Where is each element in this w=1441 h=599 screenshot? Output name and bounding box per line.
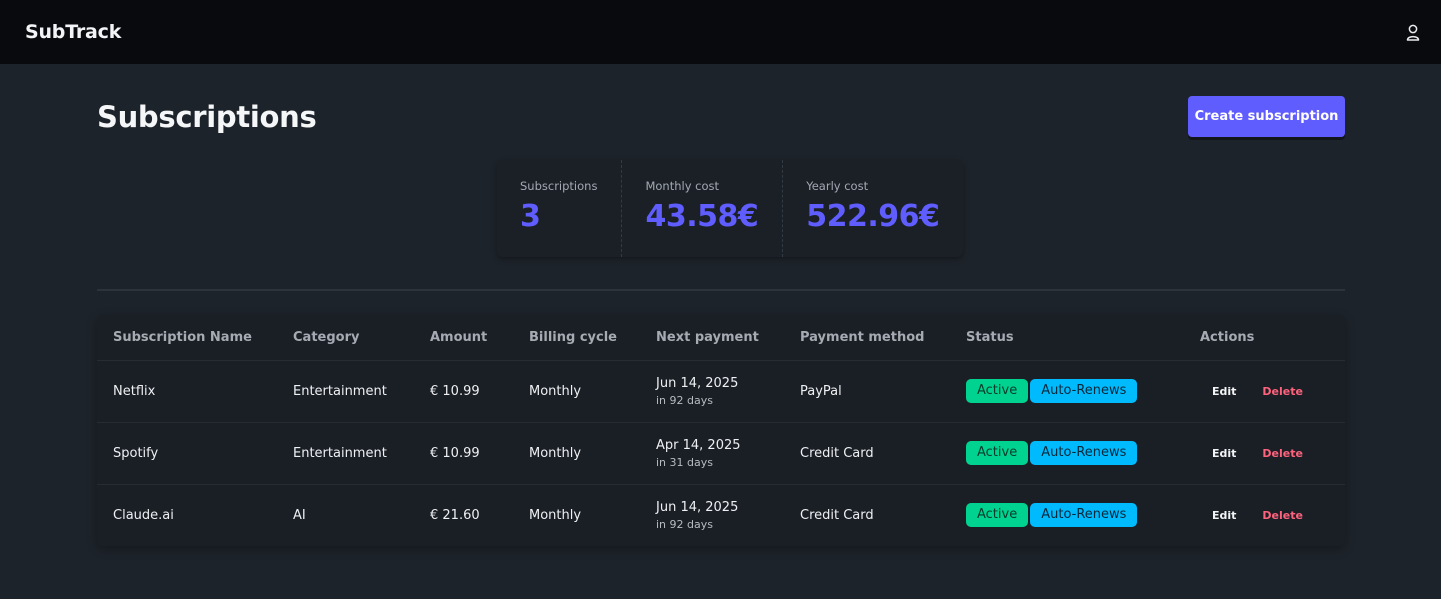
edit-button[interactable]: Edit: [1200, 381, 1248, 402]
cell-category: AI: [293, 507, 306, 523]
status-badge-auto-renews: Auto-Renews: [1030, 503, 1138, 528]
stat-title: Monthly cost: [645, 179, 720, 193]
table-row: Spotify Entertainment € 10.99 Monthly Ap…: [97, 422, 1345, 485]
navbar: SubTrack: [0, 0, 1441, 64]
stat-subscriptions: Subscriptions 3: [497, 160, 621, 257]
status-badge-active: Active: [966, 379, 1029, 403]
stat-title: Yearly cost: [806, 179, 869, 193]
column-header-category: Category: [277, 315, 414, 361]
stat-yearly-cost: Yearly cost 522.96€: [782, 160, 963, 257]
column-header-payment-method: Payment method: [784, 315, 950, 361]
next-payment-countdown: in 92 days: [656, 393, 713, 407]
create-subscription-button[interactable]: Create subscription: [1188, 96, 1345, 137]
next-payment-date: Apr 14, 2025: [656, 437, 741, 453]
cell-status: Active Auto-Renews: [950, 360, 1184, 423]
cell-category: Entertainment: [277, 422, 414, 485]
user-icon: [1406, 24, 1420, 41]
column-header-actions: Actions: [1184, 315, 1345, 361]
table-header-row: Subscription Name Category Amount Billin…: [97, 315, 1345, 361]
cell-amount: € 10.99: [414, 422, 513, 485]
stat-value: 43.58€: [645, 199, 759, 234]
next-payment-date: Jun 14, 2025: [656, 375, 739, 391]
cell-amount: € 21.60: [430, 507, 480, 523]
next-payment-date: Jun 14, 2025: [656, 499, 739, 515]
divider: [97, 289, 1345, 291]
cell-status: Active Auto-Renews: [950, 422, 1184, 485]
delete-button[interactable]: Delete: [1250, 443, 1315, 464]
cell-next-payment: Jun 14, 2025 in 92 days: [640, 484, 784, 546]
cell-name: Spotify: [97, 422, 277, 485]
cell-actions: Edit Delete: [1184, 360, 1345, 423]
table-row: Claude.ai AI € 21.60 Monthly Jun 14, 202…: [97, 484, 1345, 546]
edit-button[interactable]: Edit: [1200, 505, 1248, 526]
cell-category: Entertainment: [277, 360, 414, 423]
subscriptions-table: Subscription Name Category Amount Billin…: [97, 315, 1345, 546]
table-row: Netflix Entertainment € 10.99 Monthly Ju…: [97, 360, 1345, 423]
status-badge-active: Active: [966, 503, 1029, 528]
cell-amount: € 10.99: [414, 360, 513, 423]
status-badge-auto-renews: Auto-Renews: [1030, 441, 1138, 465]
cell-actions: Edit Delete: [1184, 422, 1345, 485]
status-badge-auto-renews: Auto-Renews: [1030, 379, 1138, 403]
column-header-status: Status: [950, 315, 1184, 361]
cell-payment-method: Credit Card: [784, 422, 950, 485]
next-payment-countdown: in 92 days: [656, 517, 713, 531]
delete-button[interactable]: Delete: [1250, 505, 1315, 526]
column-header-amount: Amount: [414, 315, 513, 361]
cell-name: Claude.ai: [113, 507, 174, 523]
delete-button[interactable]: Delete: [1250, 381, 1315, 402]
cell-billing-cycle: Monthly: [529, 507, 582, 523]
column-header-next-payment: Next payment: [640, 315, 784, 361]
brand-logo[interactable]: SubTrack: [25, 21, 121, 43]
cell-next-payment: Jun 14, 2025 in 92 days: [640, 360, 784, 423]
stats-panel: Subscriptions 3 Monthly cost 43.58€ Year…: [497, 160, 964, 257]
cell-billing-cycle: Monthly: [513, 422, 640, 485]
next-payment-countdown: in 31 days: [656, 455, 713, 469]
cell-payment-method: Credit Card: [800, 507, 874, 523]
page-title: Subscriptions: [97, 100, 317, 134]
cell-billing-cycle: Monthly: [513, 360, 640, 423]
stat-monthly-cost: Monthly cost 43.58€: [621, 160, 782, 257]
edit-button[interactable]: Edit: [1200, 443, 1248, 464]
column-header-billing-cycle: Billing cycle: [513, 315, 640, 361]
subscriptions-table-card: Subscription Name Category Amount Billin…: [97, 315, 1345, 546]
cell-actions: Edit Delete: [1184, 484, 1345, 546]
status-badge-active: Active: [966, 441, 1029, 465]
stat-value: 522.96€: [806, 199, 940, 234]
user-menu-button[interactable]: [1401, 20, 1425, 44]
cell-status: Active Auto-Renews: [950, 484, 1184, 546]
stat-title: Subscriptions: [520, 179, 598, 193]
column-header-name: Subscription Name: [97, 315, 277, 361]
cell-name: Netflix: [97, 360, 277, 423]
cell-next-payment: Apr 14, 2025 in 31 days: [640, 422, 784, 485]
cell-payment-method: PayPal: [784, 360, 950, 423]
stat-value: 3: [520, 199, 541, 234]
